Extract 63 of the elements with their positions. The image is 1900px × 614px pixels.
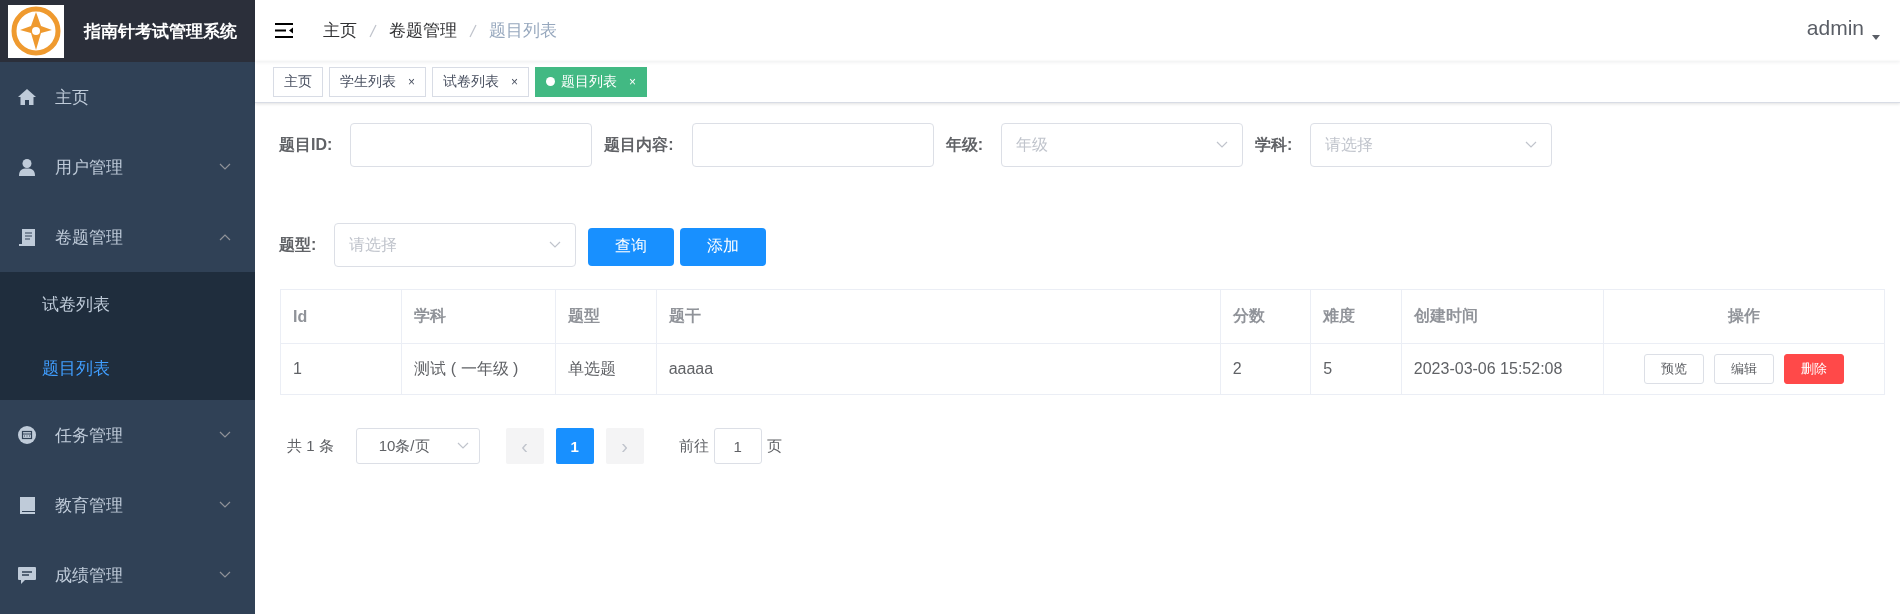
page-tab[interactable]: 试卷列表 × [432,66,530,97]
sidebar-item[interactable]: 教育管理 [0,470,255,540]
column-header: 题型 [555,289,657,344]
total-count: 共 1 条 [287,436,334,456]
close-icon[interactable]: × [408,74,415,89]
row-action-button[interactable]: 编辑 [1714,354,1774,384]
field-label: 年级: [945,134,983,155]
page-input[interactable]: 1 [713,428,762,464]
column-header: 操作 [1603,289,1885,344]
person-icon [19,158,35,176]
table-cell: 5 [1310,343,1402,395]
menu-icon[interactable] [275,23,293,38]
goto-label: 前往 [678,436,709,456]
table-cell: 2023-03-06 15:52:08 [1401,343,1604,395]
active-dot-icon [546,77,556,86]
table-cell: 2 [1220,343,1311,395]
breadcrumb-link[interactable]: 主页 [323,19,357,42]
sidebar-item[interactable]: 主页 [0,62,255,132]
field-label: 题型: [279,234,317,255]
chat-icon [18,566,36,584]
row-action-button[interactable]: 预览 [1644,354,1704,384]
page-suffix: 页 [766,436,782,456]
chevron-down-icon [549,241,562,249]
submenu-item[interactable]: 试卷列表 [0,272,255,336]
row-action-button[interactable]: 删除 [1784,354,1844,384]
calendar-icon [18,426,36,444]
chevron-down-icon [1525,141,1538,149]
sidebar-item[interactable]: 卷题管理 [0,202,255,272]
home-icon [18,89,36,105]
book-icon [18,496,36,514]
submenu-item[interactable]: 题目列表 [0,336,255,400]
table-cell: 1 [280,343,402,395]
sidebar-item[interactable]: 用户管理 [0,132,255,202]
table-cell: 测试 ( 一年级 ) [401,343,556,395]
page-tab[interactable]: 主页 [273,66,323,97]
sidebar-item[interactable]: 任务管理 [0,400,255,470]
input-field[interactable] [691,123,934,167]
compass-logo-icon [11,6,61,56]
table-cell: aaaaa [656,343,1221,395]
breadcrumb-link[interactable]: 卷题管理 [389,19,457,42]
column-header: Id [280,289,402,344]
caret-icon[interactable] [1872,34,1880,40]
page-size-select[interactable]: 10条/页 [355,428,480,464]
column-header: 创建时间 [1401,289,1604,344]
column-header: 题干 [656,289,1221,344]
chevron-down-icon [1216,141,1228,149]
user-name[interactable]: admin [1806,15,1864,40]
column-header: 分数 [1220,289,1311,344]
input-field[interactable] [350,123,593,167]
chevron-down-icon [456,442,469,450]
close-icon[interactable]: × [511,74,519,89]
separator-icon [369,23,377,38]
table-cell: 单选题 [555,343,657,395]
column-header: 难度 [1310,289,1402,344]
column-header: 学科 [401,289,556,344]
document-icon [19,228,35,246]
page-tab[interactable]: 学生列表 × [329,66,426,97]
field-label: 题目ID: [279,134,333,155]
field-label: 题目内容: [604,134,674,155]
separator-icon [469,23,477,38]
field-label: 学科: [1255,134,1293,155]
sidebar-item[interactable]: 成绩管理 [0,540,255,610]
app-title: 指南针考试管理系统 [84,20,237,43]
